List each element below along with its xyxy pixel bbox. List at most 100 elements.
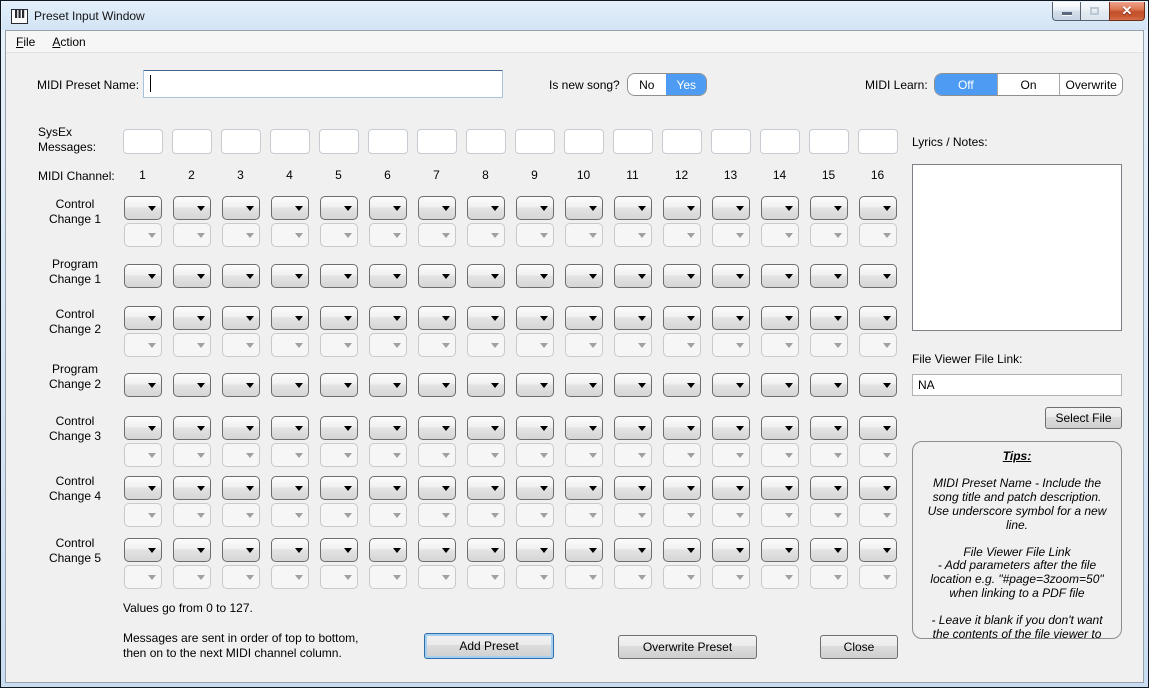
midi-value-combo[interactable] bbox=[467, 476, 505, 500]
midi-value-combo[interactable] bbox=[516, 264, 554, 288]
close-button[interactable]: Close bbox=[820, 635, 898, 659]
midi-value-combo[interactable] bbox=[418, 416, 456, 440]
midi-value-combo[interactable] bbox=[516, 416, 554, 440]
midi-value-combo[interactable] bbox=[859, 373, 897, 397]
midi-value-combo[interactable] bbox=[663, 373, 701, 397]
midi-learn-on-button[interactable]: On bbox=[997, 74, 1060, 95]
sysex-input[interactable] bbox=[123, 129, 163, 154]
midi-value-combo[interactable] bbox=[173, 476, 211, 500]
midi-value-combo[interactable] bbox=[663, 264, 701, 288]
midi-value-combo[interactable] bbox=[271, 306, 309, 330]
midi-value-combo[interactable] bbox=[369, 306, 407, 330]
midi-value-combo[interactable] bbox=[467, 264, 505, 288]
midi-value-combo[interactable] bbox=[516, 196, 554, 220]
midi-value-combo[interactable] bbox=[369, 264, 407, 288]
midi-value-combo[interactable] bbox=[222, 196, 260, 220]
midi-value-combo[interactable] bbox=[761, 196, 799, 220]
midi-value-combo[interactable] bbox=[565, 538, 603, 562]
midi-value-combo[interactable] bbox=[810, 306, 848, 330]
midi-value-combo[interactable] bbox=[712, 538, 750, 562]
midi-value-combo[interactable] bbox=[124, 264, 162, 288]
midi-value-combo[interactable] bbox=[369, 196, 407, 220]
midi-value-combo[interactable] bbox=[761, 264, 799, 288]
midi-value-combo[interactable] bbox=[222, 306, 260, 330]
midi-value-combo[interactable] bbox=[516, 538, 554, 562]
midi-value-combo[interactable] bbox=[516, 476, 554, 500]
sysex-input[interactable] bbox=[221, 129, 261, 154]
close-window-button[interactable]: ✕ bbox=[1109, 2, 1145, 21]
menu-file[interactable]: File bbox=[9, 32, 42, 52]
midi-value-combo[interactable] bbox=[467, 373, 505, 397]
minimize-button[interactable] bbox=[1052, 2, 1081, 21]
add-preset-button[interactable]: Add Preset bbox=[424, 633, 554, 659]
midi-value-combo[interactable] bbox=[614, 538, 652, 562]
midi-value-combo[interactable] bbox=[418, 538, 456, 562]
midi-value-combo[interactable] bbox=[222, 373, 260, 397]
midi-value-combo[interactable] bbox=[761, 373, 799, 397]
midi-value-combo[interactable] bbox=[271, 538, 309, 562]
midi-value-combo[interactable] bbox=[761, 416, 799, 440]
sysex-input[interactable] bbox=[270, 129, 310, 154]
is-new-song-no-button[interactable]: No bbox=[628, 74, 666, 95]
maximize-button[interactable] bbox=[1081, 2, 1109, 21]
midi-value-combo[interactable] bbox=[810, 264, 848, 288]
midi-value-combo[interactable] bbox=[565, 373, 603, 397]
midi-value-combo[interactable] bbox=[271, 373, 309, 397]
sysex-input[interactable] bbox=[368, 129, 408, 154]
midi-value-combo[interactable] bbox=[565, 196, 603, 220]
midi-value-combo[interactable] bbox=[565, 476, 603, 500]
midi-value-combo[interactable] bbox=[712, 196, 750, 220]
midi-value-combo[interactable] bbox=[712, 476, 750, 500]
midi-value-combo[interactable] bbox=[859, 196, 897, 220]
midi-value-combo[interactable] bbox=[467, 538, 505, 562]
sysex-input[interactable] bbox=[613, 129, 653, 154]
midi-value-combo[interactable] bbox=[810, 416, 848, 440]
sysex-input[interactable] bbox=[809, 129, 849, 154]
midi-learn-overwrite-button[interactable]: Overwrite bbox=[1059, 74, 1122, 95]
midi-value-combo[interactable] bbox=[320, 264, 358, 288]
midi-value-combo[interactable] bbox=[124, 416, 162, 440]
sysex-input[interactable] bbox=[172, 129, 212, 154]
sysex-input[interactable] bbox=[662, 129, 702, 154]
midi-value-combo[interactable] bbox=[418, 264, 456, 288]
midi-value-combo[interactable] bbox=[859, 476, 897, 500]
midi-value-combo[interactable] bbox=[222, 538, 260, 562]
midi-value-combo[interactable] bbox=[614, 373, 652, 397]
midi-value-combo[interactable] bbox=[761, 306, 799, 330]
midi-value-combo[interactable] bbox=[614, 476, 652, 500]
midi-value-combo[interactable] bbox=[124, 196, 162, 220]
midi-value-combo[interactable] bbox=[173, 264, 211, 288]
midi-value-combo[interactable] bbox=[173, 373, 211, 397]
midi-value-combo[interactable] bbox=[516, 373, 554, 397]
midi-value-combo[interactable] bbox=[124, 476, 162, 500]
midi-value-combo[interactable] bbox=[663, 306, 701, 330]
sysex-input[interactable] bbox=[711, 129, 751, 154]
menu-action[interactable]: Action bbox=[45, 32, 92, 52]
midi-value-combo[interactable] bbox=[124, 538, 162, 562]
midi-learn-off-button[interactable]: Off bbox=[935, 74, 997, 95]
select-file-button[interactable]: Select File bbox=[1045, 407, 1122, 429]
midi-value-combo[interactable] bbox=[712, 264, 750, 288]
midi-value-combo[interactable] bbox=[810, 476, 848, 500]
midi-value-combo[interactable] bbox=[320, 306, 358, 330]
sysex-input[interactable] bbox=[417, 129, 457, 154]
midi-value-combo[interactable] bbox=[614, 306, 652, 330]
midi-value-combo[interactable] bbox=[369, 416, 407, 440]
midi-value-combo[interactable] bbox=[418, 476, 456, 500]
midi-value-combo[interactable] bbox=[418, 306, 456, 330]
midi-value-combo[interactable] bbox=[320, 373, 358, 397]
midi-value-combo[interactable] bbox=[565, 264, 603, 288]
midi-value-combo[interactable] bbox=[418, 373, 456, 397]
sysex-input[interactable] bbox=[564, 129, 604, 154]
preset-name-input[interactable] bbox=[143, 70, 503, 98]
midi-value-combo[interactable] bbox=[565, 416, 603, 440]
is-new-song-yes-button[interactable]: Yes bbox=[666, 74, 706, 95]
midi-value-combo[interactable] bbox=[369, 373, 407, 397]
midi-value-combo[interactable] bbox=[761, 538, 799, 562]
midi-value-combo[interactable] bbox=[859, 416, 897, 440]
midi-value-combo[interactable] bbox=[859, 306, 897, 330]
midi-value-combo[interactable] bbox=[320, 196, 358, 220]
file-link-input[interactable] bbox=[912, 374, 1122, 396]
midi-value-combo[interactable] bbox=[467, 196, 505, 220]
midi-value-combo[interactable] bbox=[712, 373, 750, 397]
